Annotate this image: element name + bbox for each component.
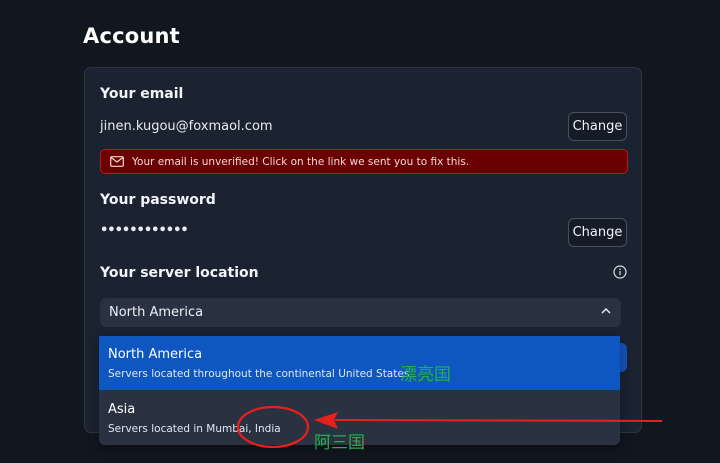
option-north-america[interactable]: North America Servers located throughout… <box>99 336 620 390</box>
email-unverified-alert: Your email is unverified! Click on the l… <box>100 149 628 174</box>
page-title: Account <box>83 24 180 48</box>
server-section-label: Your server location <box>100 265 259 281</box>
annotation-note-north-america: 漂亮国 <box>400 365 451 385</box>
server-location-select[interactable]: North America <box>100 298 621 327</box>
option-title: North America <box>108 347 203 362</box>
annotation-note-asia: 阿三国 <box>314 433 365 453</box>
change-email-button[interactable]: Change <box>568 112 627 141</box>
option-title: Asia <box>108 402 136 417</box>
alert-text: Your email is unverified! Click on the l… <box>132 155 470 168</box>
password-section-label: Your password <box>100 192 216 208</box>
mail-icon <box>110 156 124 167</box>
change-password-button[interactable]: Change <box>568 218 627 247</box>
chevron-up-icon <box>601 307 611 314</box>
account-page: Account Your email jinen.kugou@foxmaol.c… <box>0 0 720 463</box>
server-location-selected: North America <box>109 305 204 320</box>
info-icon[interactable] <box>613 265 627 279</box>
option-description: Servers located throughout the continent… <box>108 368 410 380</box>
email-value: jinen.kugou@foxmaol.com <box>100 119 273 134</box>
password-value: •••••••••••• <box>100 223 189 238</box>
option-description: Servers located in Mumbai, India <box>108 423 281 435</box>
email-section-label: Your email <box>100 86 184 102</box>
